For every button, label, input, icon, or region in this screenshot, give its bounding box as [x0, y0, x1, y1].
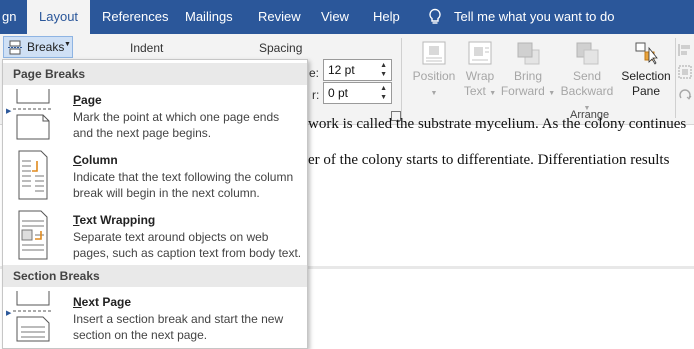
- breaks-label: Breaks: [27, 40, 65, 54]
- tab-mailings[interactable]: Mailings: [185, 0, 233, 34]
- column-break-icon: [18, 150, 48, 200]
- position-button[interactable]: Position ▼: [410, 40, 458, 101]
- text-wrapping-break-icon: [18, 210, 48, 260]
- rotate-icon[interactable]: [677, 86, 693, 102]
- breaks-dropdown-menu: Page Breaks ▶ Page Mark the point at whi…: [2, 59, 308, 349]
- send-backward-icon: [576, 42, 599, 65]
- bring-label-2: Forward: [500, 84, 545, 98]
- menu-item-desc: Indicate that the text following the col…: [73, 170, 294, 200]
- align-icon[interactable]: [677, 42, 693, 58]
- tab-layout[interactable]: Layout: [27, 0, 91, 34]
- send-label-2: Backward: [560, 84, 614, 98]
- menu-item-title: Column: [73, 153, 118, 167]
- indent-label: Indent: [130, 41, 164, 55]
- spin-down-icon[interactable]: ▼: [380, 71, 387, 78]
- selection-label-2: Pane: [631, 84, 661, 98]
- spacing-after-value: 0 pt: [328, 86, 349, 100]
- menu-item-title: Page: [73, 93, 102, 107]
- tab-help[interactable]: Help: [373, 0, 400, 34]
- spacing-after-label: r:: [312, 88, 320, 102]
- document-line-2: er of the colony starts to differentiate…: [308, 152, 670, 168]
- menu-item-text-wrapping[interactable]: Text Wrapping Separate text around objec…: [3, 210, 307, 263]
- page-breaks-header: Page Breaks: [3, 63, 307, 85]
- section-breaks-header: Section Breaks: [3, 265, 307, 287]
- spin-up-icon[interactable]: ▲: [380, 85, 387, 92]
- breaks-icon: [8, 40, 23, 55]
- lightbulb-icon[interactable]: [426, 8, 444, 26]
- tab-review[interactable]: Review: [258, 0, 301, 34]
- tab-design[interactable]: gn: [0, 0, 22, 34]
- tab-references[interactable]: References: [102, 0, 168, 34]
- tab-view[interactable]: View: [321, 0, 349, 34]
- selection-pane-button[interactable]: Selection Pane: [618, 40, 674, 99]
- menu-item-column[interactable]: Column Indicate that the text following …: [3, 150, 307, 203]
- page-break-icon: [13, 89, 53, 140]
- wrap-text-button[interactable]: Wrap Text ▼: [460, 40, 500, 101]
- menu-item-title: Next Page: [73, 295, 132, 309]
- position-label: Position: [412, 69, 456, 83]
- spacing-label: Spacing: [259, 41, 303, 55]
- bring-label-1: Bring: [513, 69, 542, 83]
- bring-forward-button[interactable]: Bring Forward ▼: [500, 40, 556, 101]
- spin-up-icon[interactable]: ▲: [380, 62, 387, 69]
- menu-item-desc: Mark the point at which one page ends and…: [73, 110, 280, 140]
- wrap-text-icon: [468, 41, 492, 65]
- next-page-break-icon: [13, 291, 53, 342]
- chevron-down-icon: ▼: [64, 41, 71, 48]
- wrap-label-1: Wrap: [465, 69, 495, 83]
- breaks-button[interactable]: Breaks ▼: [3, 36, 73, 58]
- document-line-1: work is called the substrate mycelium. A…: [308, 116, 687, 132]
- item-pointer-icon: ▶: [6, 310, 12, 317]
- position-icon: [422, 41, 446, 65]
- bring-forward-icon: [517, 42, 540, 65]
- send-label-1: Send: [572, 69, 602, 83]
- selection-pane-icon: [635, 42, 658, 65]
- spacing-after-stepper[interactable]: 0 pt ▲ ▼: [323, 82, 392, 104]
- tell-me-search[interactable]: Tell me what you want to do: [454, 0, 614, 34]
- group-objects-icon[interactable]: [677, 64, 693, 80]
- menu-item-title: Text Wrapping: [73, 213, 156, 227]
- menu-item-desc: Insert a section break and start the new…: [73, 312, 284, 342]
- wrap-label-2: Text: [463, 84, 486, 98]
- send-backward-button[interactable]: Send Backward ▼: [556, 40, 618, 116]
- ribbon-tab-bar: gn Layout References Mailings Review Vie…: [0, 0, 694, 34]
- menu-item-next-page[interactable]: ▶ Next Page Insert a section break and s…: [3, 291, 307, 345]
- spacing-before-value: 12 pt: [328, 63, 355, 77]
- menu-item-desc: Separate text around objects on web pages…: [73, 230, 302, 260]
- spacing-before-stepper[interactable]: 12 pt ▲ ▼: [323, 59, 392, 81]
- spacing-before-label: e:: [309, 66, 320, 80]
- selection-label-1: Selection: [621, 69, 671, 83]
- spin-down-icon[interactable]: ▼: [380, 94, 387, 101]
- group-divider: [675, 38, 676, 118]
- menu-item-page[interactable]: ▶ Page Mark the point at which one page …: [3, 89, 307, 143]
- item-pointer-icon: ▶: [6, 108, 12, 115]
- group-divider: [401, 38, 402, 118]
